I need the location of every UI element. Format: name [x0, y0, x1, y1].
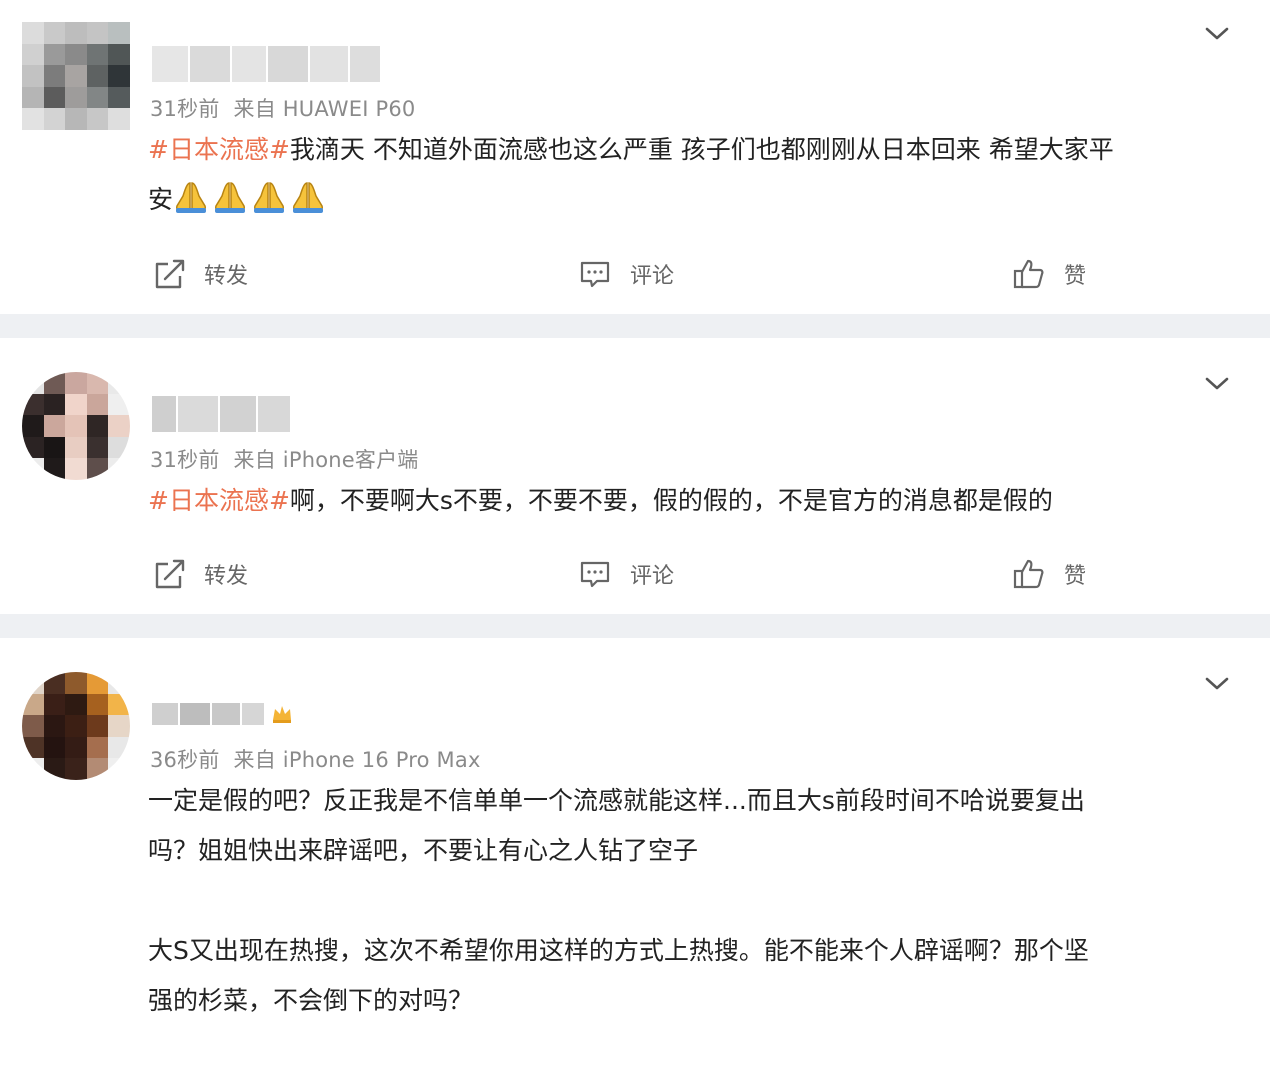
folded-hands-emoji	[254, 182, 285, 213]
thumbs-up-icon	[1013, 559, 1044, 589]
repost-label: 转发	[204, 564, 249, 589]
like-button[interactable]: 赞	[1012, 554, 1086, 594]
comment-label: 评论	[630, 264, 675, 289]
content-text: 安	[148, 185, 174, 214]
thumbs-up-icon	[1013, 259, 1044, 289]
post-time: 31秒前	[150, 448, 220, 472]
blurred-username[interactable]	[152, 44, 382, 84]
like-label: 赞	[1064, 264, 1087, 289]
comment-card: 31秒前 来自 HUAWEI P60 #日本流感#我滴天 不知道外面流感也这么严重…	[0, 0, 1270, 314]
comment-card: 36秒前 来自 iPhone 16 Pro Max 一定是假的吧？反正我是不信单单…	[0, 638, 1270, 1080]
repost-button[interactable]: 转发	[152, 254, 248, 294]
action-bar: 转发 评论 赞	[0, 254, 1270, 294]
post-content: 一定是假的吧？反正我是不信单单一个流感就能这样...而且大s前段时间不哈说要复出…	[148, 776, 1228, 1026]
post-meta: 36秒前 来自 iPhone 16 Pro Max	[150, 744, 481, 774]
chevron-down-icon[interactable]	[1202, 374, 1232, 394]
crown-icon	[270, 703, 294, 725]
avatar[interactable]	[22, 372, 130, 480]
comment-label: 评论	[630, 564, 675, 589]
content-line: #日本流感#我滴天 不知道外面流感也这么严重 孩子们也都刚刚从日本回来 希望大家…	[148, 125, 1228, 175]
post-source: 来自 HUAWEI P60	[233, 97, 416, 121]
hashtag-link[interactable]: #日本流感#	[148, 135, 290, 164]
content-line: 吗？姐姐快出来辟谣吧，不要让有心之人钻了空子	[148, 836, 699, 865]
comment-button[interactable]: 评论	[578, 254, 674, 294]
comment-feed: 31秒前 来自 HUAWEI P60 #日本流感#我滴天 不知道外面流感也这么严重…	[0, 0, 1270, 1080]
post-time: 36秒前	[150, 748, 220, 772]
post-meta: 31秒前 来自 iPhone客户端	[150, 444, 419, 474]
content-line: 一定是假的吧？反正我是不信单单一个流感就能这样...而且大s前段时间不哈说要复出	[148, 786, 1085, 815]
post-source: 来自 iPhone 16 Pro Max	[233, 748, 481, 772]
repost-button[interactable]: 转发	[152, 554, 248, 594]
repost-icon	[155, 559, 185, 589]
comment-icon	[580, 261, 610, 288]
content-text: 啊，不要啊大s不要，不要不要，假的假的，不是官方的消息都是假的	[289, 486, 1053, 515]
hashtag-link[interactable]: #日本流感#	[148, 486, 290, 515]
content-line: 安	[148, 175, 1228, 225]
comment-card: 31秒前 来自 iPhone客户端 #日本流感#啊，不要啊大s不要，不要不要，假的…	[0, 338, 1270, 614]
action-bar: 转发 评论 赞	[0, 554, 1270, 594]
comment-icon	[580, 561, 610, 588]
post-content: #日本流感#啊，不要啊大s不要，不要不要，假的假的，不是官方的消息都是假的	[148, 476, 1228, 526]
folded-hands-emoji	[176, 182, 207, 213]
post-time: 31秒前	[150, 97, 220, 121]
blurred-username[interactable]	[152, 694, 294, 734]
like-button[interactable]: 赞	[1012, 254, 1086, 294]
comment-button[interactable]: 评论	[578, 554, 674, 594]
avatar[interactable]	[22, 22, 130, 130]
repost-icon	[155, 259, 185, 289]
blurred-username[interactable]	[152, 394, 292, 434]
avatar[interactable]	[22, 672, 130, 780]
post-content: #日本流感#我滴天 不知道外面流感也这么严重 孩子们也都刚刚从日本回来 希望大家…	[148, 125, 1228, 225]
chevron-down-icon[interactable]	[1202, 24, 1232, 44]
post-meta: 31秒前 来自 HUAWEI P60	[150, 93, 415, 123]
content-line: 大S又出现在热搜，这次不希望你用这样的方式上热搜。能不能来个人辟谣啊？那个坚	[148, 936, 1089, 965]
chevron-down-icon[interactable]	[1202, 674, 1232, 694]
folded-hands-emoji	[293, 182, 324, 213]
like-label: 赞	[1064, 564, 1087, 589]
content-line: 强的杉菜，不会倒下的对吗？	[148, 986, 474, 1015]
repost-label: 转发	[204, 264, 249, 289]
content-line: #日本流感#啊，不要啊大s不要，不要不要，假的假的，不是官方的消息都是假的	[148, 476, 1228, 526]
post-source: 来自 iPhone客户端	[233, 448, 419, 472]
folded-hands-emoji	[215, 182, 246, 213]
content-text: 我滴天 不知道外面流感也这么严重 孩子们也都刚刚从日本回来 希望大家平	[289, 135, 1114, 164]
